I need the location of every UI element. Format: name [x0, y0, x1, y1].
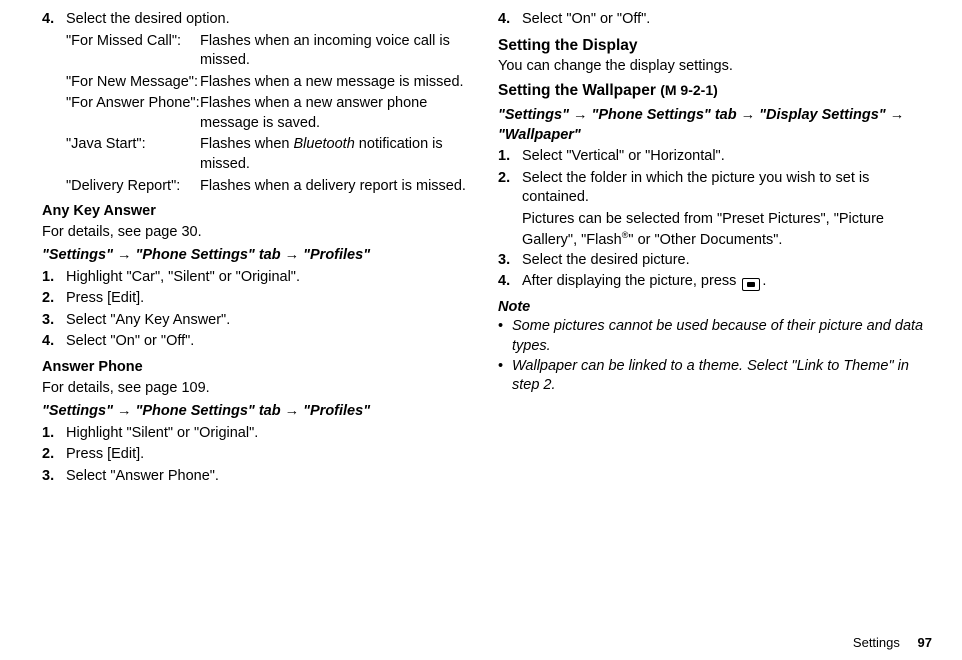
bullet-mark: •	[498, 357, 512, 396]
left-column: 4. Select the desired option. "For Misse…	[42, 10, 476, 488]
option-desc: Flashes when a new message is missed.	[200, 73, 476, 93]
step-4: 4. Select the desired option.	[42, 10, 476, 30]
step-text: Press [Edit].	[66, 445, 476, 465]
step-number: 4.	[42, 332, 66, 352]
step4b-post: .	[762, 273, 766, 289]
step: 3.Select the desired picture.	[498, 251, 932, 271]
step: 3.Select "Any Key Answer".	[42, 311, 476, 331]
option-label: "Java Start":	[66, 135, 200, 174]
wallpaper-subnote: Pictures can be selected from "Preset Pi…	[522, 210, 932, 251]
step-text: Highlight "Silent" or "Original".	[66, 424, 476, 444]
step: 4.Select "On" or "Off".	[42, 332, 476, 352]
step-number: 4.	[498, 272, 522, 292]
step-number: 4.	[42, 10, 66, 30]
step: 2.Select the folder in which the picture…	[498, 169, 932, 208]
option-label: "Delivery Report":	[66, 177, 200, 197]
display-sub: You can change the display settings.	[498, 57, 932, 77]
note-text: Wallpaper can be linked to a theme. Sele…	[512, 357, 932, 396]
step-text: Press [Edit].	[66, 289, 476, 309]
note-text: Some pictures cannot be used because of …	[512, 317, 932, 356]
option-row: "For New Message": Flashes when a new me…	[66, 73, 476, 93]
step: 2.Press [Edit].	[42, 445, 476, 465]
menu-code: (M 9-2-1)	[660, 82, 718, 98]
note-bullet: • Wallpaper can be linked to a theme. Se…	[498, 357, 932, 396]
step-text: Select "On" or "Off".	[522, 10, 932, 30]
step-text: Select the desired picture.	[522, 251, 932, 271]
footer-page-number: 97	[918, 635, 932, 650]
step: 1.Highlight "Silent" or "Original".	[42, 424, 476, 444]
step4b-pre: After displaying the picture, press	[522, 273, 740, 289]
right-column: 4. Select "On" or "Off". Setting the Dis…	[498, 10, 932, 488]
desc-em: Bluetooth	[294, 136, 355, 152]
step: 1.Select "Vertical" or "Horizontal".	[498, 147, 932, 167]
step-text: Select "Any Key Answer".	[66, 311, 476, 331]
step: 1.Highlight "Car", "Silent" or "Original…	[42, 268, 476, 288]
option-label: "For Missed Call":	[66, 32, 200, 71]
heading-setting-display: Setting the Display	[498, 36, 932, 57]
option-row: "Java Start": Flashes when Bluetooth not…	[66, 135, 476, 174]
option-row: "Delivery Report": Flashes when a delive…	[66, 177, 476, 197]
step-text: Select "Answer Phone".	[66, 467, 476, 487]
step-number: 3.	[42, 467, 66, 487]
heading-setting-wallpaper: Setting the Wallpaper (M 9-2-1)	[498, 81, 932, 102]
center-key-icon	[742, 278, 760, 291]
wallpaper-title: Setting the Wallpaper	[498, 82, 656, 99]
page-content: 4. Select the desired option. "For Misse…	[0, 0, 962, 498]
option-desc: Flashes when an incoming voice call is m…	[200, 32, 476, 71]
option-row: "For Answer Phone": Flashes when a new a…	[66, 94, 476, 133]
nav-path-wallpaper: "Settings" → "Phone Settings" tab → "Dis…	[498, 106, 932, 145]
step-number: 1.	[498, 147, 522, 167]
step-text: Select "Vertical" or "Horizontal".	[522, 147, 932, 167]
step-number: 2.	[42, 445, 66, 465]
heading-any-key: Any Key Answer	[42, 202, 476, 222]
option-desc: Flashes when a delivery report is missed…	[200, 177, 476, 197]
option-label: "For Answer Phone":	[66, 94, 200, 133]
note-heading: Note	[498, 298, 932, 318]
step-text: Select the folder in which the picture y…	[522, 169, 932, 208]
step: 4. After displaying the picture, press .	[498, 272, 932, 292]
step-number: 3.	[498, 251, 522, 271]
page-footer: Settings 97	[853, 634, 932, 652]
step-number: 1.	[42, 268, 66, 288]
answer-phone-sub: For details, see page 109.	[42, 379, 476, 399]
heading-answer-phone: Answer Phone	[42, 358, 476, 378]
option-desc: Flashes when Bluetooth notification is m…	[200, 135, 476, 174]
step-text: Highlight "Car", "Silent" or "Original".	[66, 268, 476, 288]
step-text: After displaying the picture, press .	[522, 272, 932, 292]
step-number: 4.	[498, 10, 522, 30]
bullet-mark: •	[498, 317, 512, 356]
subnote-post: " or "Other Documents".	[628, 232, 782, 248]
step-number: 1.	[42, 424, 66, 444]
option-row: "For Missed Call": Flashes when an incom…	[66, 32, 476, 71]
step-number: 2.	[42, 289, 66, 309]
step-text: Select "On" or "Off".	[66, 332, 476, 352]
step-4: 4. Select "On" or "Off".	[498, 10, 932, 30]
nav-path-profiles: "Settings" → "Phone Settings" tab → "Pro…	[42, 246, 476, 266]
step: 2.Press [Edit].	[42, 289, 476, 309]
desc-pre: Flashes when	[200, 136, 294, 152]
step-text: Select the desired option.	[66, 10, 476, 30]
step: 3.Select "Answer Phone".	[42, 467, 476, 487]
note-bullet: • Some pictures cannot be used because o…	[498, 317, 932, 356]
option-desc: Flashes when a new answer phone message …	[200, 94, 476, 133]
step-number: 2.	[498, 169, 522, 208]
any-key-sub: For details, see page 30.	[42, 223, 476, 243]
option-label: "For New Message":	[66, 73, 200, 93]
footer-section: Settings	[853, 635, 900, 650]
step-number: 3.	[42, 311, 66, 331]
nav-path-profiles: "Settings" → "Phone Settings" tab → "Pro…	[42, 402, 476, 422]
